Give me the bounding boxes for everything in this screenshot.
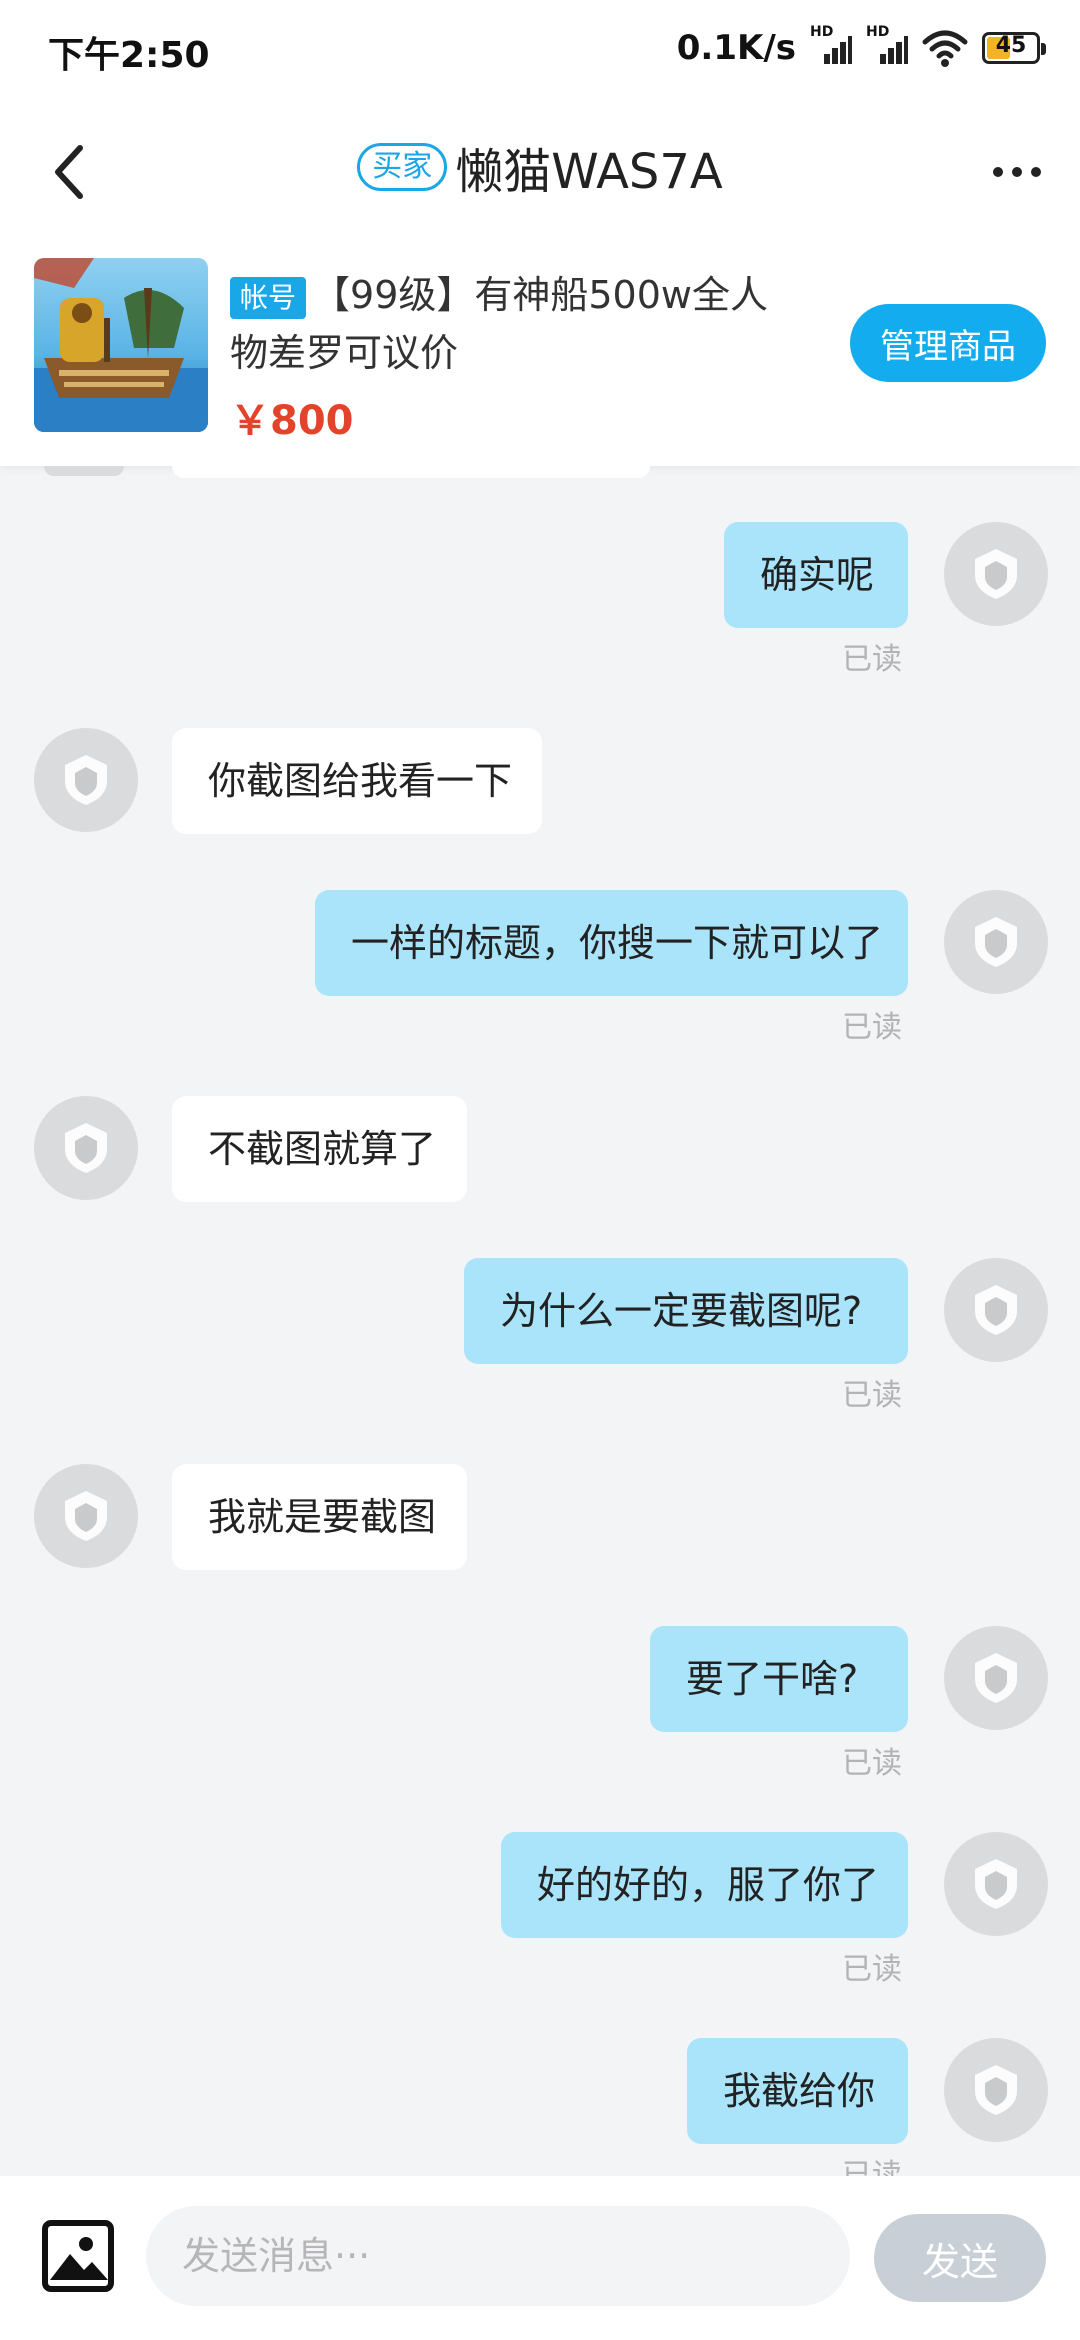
composer-bar: 发送 — [0, 2176, 1080, 2340]
send-button[interactable]: 发送 — [874, 2214, 1046, 2302]
avatar[interactable] — [34, 1464, 138, 1568]
product-tag: 帐号 — [230, 276, 307, 319]
incoming-message-bubble[interactable]: 我就是要截图 — [172, 1464, 467, 1570]
chat-title: 买家 懒猫WAS7A — [0, 132, 1080, 202]
status-bar: 下午2:50 0.1K/s HD HD 45 — [0, 0, 1080, 96]
avatar[interactable] — [944, 522, 1048, 626]
buyer-tag: 买家 — [357, 143, 448, 191]
outgoing-message-bubble[interactable]: 为什么一定要截图呢? — [464, 1258, 908, 1364]
outgoing-message-bubble[interactable]: 我截给你 — [687, 2038, 908, 2144]
read-receipt: 已读 — [842, 1746, 902, 1781]
read-receipt: 已读 — [842, 1952, 902, 1987]
signal-hd-label: HD — [810, 24, 834, 40]
incoming-message-bubble[interactable]: 你截图给我看一下 — [172, 728, 542, 834]
avatar[interactable] — [34, 728, 138, 832]
read-receipt: 已读 — [842, 642, 902, 677]
product-price: ￥800 — [230, 398, 354, 444]
battery-level: 45 — [995, 33, 1027, 58]
partial-message-bubble — [172, 466, 650, 478]
status-icons: 0.1K/s HD HD 45 — [676, 24, 1046, 70]
outgoing-message-bubble[interactable]: 要了干啥? — [650, 1626, 908, 1732]
avatar[interactable] — [34, 1096, 138, 1200]
network-speed: 0.1K/s — [676, 28, 796, 68]
image-icon[interactable] — [42, 2220, 114, 2292]
signal-icon: HD — [810, 24, 852, 68]
chat-header: 买家 懒猫WAS7A — [0, 96, 1080, 246]
outgoing-message-bubble[interactable]: 一样的标题，你搜一下就可以了 — [315, 890, 908, 996]
message-input[interactable] — [146, 2206, 850, 2306]
product-title-text: 【99级】有神船500w全人物差罗可议价 — [230, 273, 768, 375]
avatar[interactable] — [944, 1832, 1048, 1936]
more-button[interactable] — [982, 142, 1052, 202]
manage-product-button[interactable]: 管理商品 — [850, 304, 1046, 382]
chat-messages[interactable]: 确实呢 已读 你截图给我看一下 一样的标题，你搜一下就可以了 已读 不截图就算了 为什么一定… — [0, 466, 1080, 2176]
product-info: 帐号 【99级】有神船500w全人物差罗可议价 ￥800 — [230, 266, 790, 446]
status-time: 下午2:50 — [48, 35, 210, 76]
product-title: 帐号 【99级】有神船500w全人物差罗可议价 — [230, 266, 790, 382]
read-receipt: 已读 — [842, 2158, 902, 2176]
read-receipt: 已读 — [842, 1378, 902, 1413]
outgoing-message-bubble[interactable]: 好的好的，服了你了 — [501, 1832, 908, 1938]
signal-hd-label: HD — [866, 24, 890, 40]
signal-icon: HD — [866, 24, 908, 68]
product-card[interactable]: 帐号 【99级】有神船500w全人物差罗可议价 ￥800 管理商品 — [0, 246, 1080, 466]
wifi-icon — [922, 30, 968, 67]
read-receipt: 已读 — [842, 1010, 902, 1045]
avatar[interactable] — [944, 1626, 1048, 1730]
incoming-message-bubble[interactable]: 不截图就算了 — [172, 1096, 467, 1202]
contact-name: 懒猫WAS7A — [455, 144, 723, 200]
more-icon — [993, 167, 1041, 177]
outgoing-message-bubble[interactable]: 确实呢 — [724, 522, 908, 628]
avatar[interactable] — [944, 890, 1048, 994]
avatar — [44, 466, 124, 476]
product-thumbnail[interactable] — [34, 258, 208, 432]
battery-icon: 45 — [982, 32, 1046, 64]
avatar[interactable] — [944, 1258, 1048, 1362]
avatar[interactable] — [944, 2038, 1048, 2142]
